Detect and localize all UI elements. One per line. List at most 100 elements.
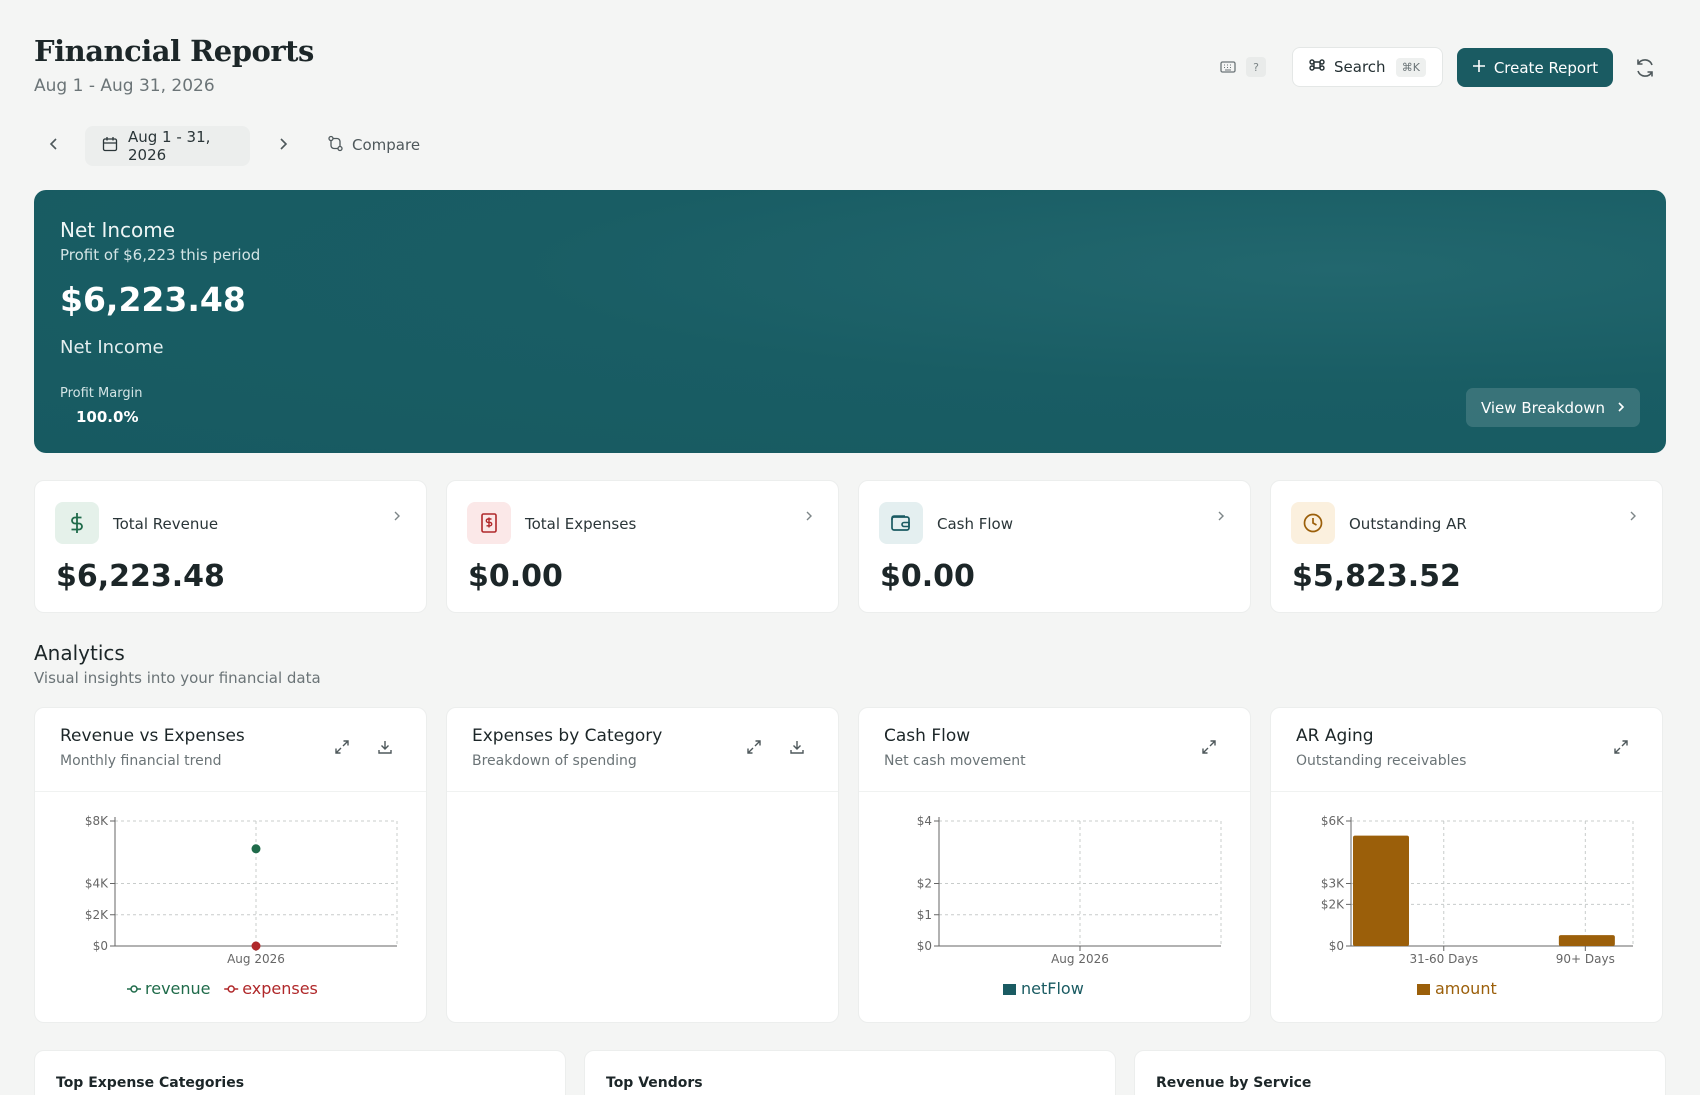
data-point-revenue (251, 844, 261, 854)
y-tick-label: $4K (85, 877, 109, 891)
kpi-label: Total Revenue (113, 515, 219, 533)
compare-icon (327, 135, 344, 156)
date-range-label: Aug 1 - 31, 2026 (128, 128, 211, 164)
hero-value: $6,223.48 (60, 280, 246, 319)
chevron-right-icon (1630, 511, 1636, 521)
legend-label: netFlow (1021, 979, 1084, 998)
profit-margin-label: Profit Margin (60, 386, 143, 401)
calendar-icon (102, 136, 118, 156)
hero-value-label: Net Income (60, 337, 164, 358)
compare-label: Compare (352, 136, 421, 154)
card-title: Top Vendors (606, 1075, 703, 1091)
y-tick-label: $2K (85, 908, 109, 922)
help-badge[interactable]: ? (1246, 57, 1266, 77)
compare-button[interactable]: Compare (327, 134, 420, 156)
refresh-icon[interactable] (1632, 55, 1658, 81)
date-range-picker[interactable]: Aug 1 - 31, 2026 (85, 126, 250, 166)
kpi-value: $5,823.52 (1292, 559, 1461, 594)
y-tick-label: $8K (85, 814, 109, 828)
y-tick-label: $2 (917, 877, 932, 891)
wallet-icon (879, 502, 923, 544)
chart-card-ar-aging: AR Aging Outstanding receivables $0 $2K $3… (1270, 707, 1663, 1023)
receipt-icon (467, 502, 511, 544)
y-tick-label: $1 (917, 908, 932, 922)
legend-swatch (1003, 984, 1016, 995)
card-divider (447, 791, 838, 792)
y-tick-label: $0 (93, 939, 108, 953)
chevron-right-icon (1218, 511, 1224, 521)
card-title: Revenue by Service (1156, 1075, 1312, 1091)
kpi-card-total-expenses[interactable]: Total Expenses $0.00 (446, 480, 839, 613)
y-tick-label: $3K (1321, 877, 1345, 891)
clock-icon (1291, 502, 1335, 544)
chevron-right-icon (394, 511, 400, 521)
analytics-title: Analytics (34, 641, 125, 665)
top-expense-categories-card: Top Expense Categories (34, 1050, 566, 1095)
keyboard-icon[interactable] (1218, 57, 1238, 77)
hero-subtitle: Profit of $6,223 this period (60, 246, 261, 264)
y-tick-label: $0 (917, 939, 932, 953)
cash-flow-chart: $0 $1 $2 $4 Aug 2026 netFlow (917, 814, 1222, 998)
kpi-label: Total Expenses (525, 515, 637, 533)
kpi-value: $0.00 (880, 559, 975, 594)
x-tick-label: Aug 2026 (1051, 952, 1109, 966)
chevron-left-icon (49, 138, 57, 150)
create-report-button[interactable]: Create Report (1457, 48, 1613, 87)
page-title: Financial Reports (34, 34, 314, 68)
kpi-value: $0.00 (468, 559, 563, 594)
chart-card-cash-flow: Cash Flow Net cash movement $0 $1 $2 $4 Aug … (858, 707, 1251, 1023)
chevron-right-icon (806, 511, 812, 521)
next-period-button[interactable] (273, 134, 293, 154)
page-date-range: Aug 1 - Aug 31, 2026 (34, 76, 215, 96)
chevron-right-icon (1617, 399, 1625, 417)
kpi-value: $6,223.48 (56, 559, 225, 594)
legend-label: expenses (242, 979, 318, 998)
revenue-by-service-card: Revenue by Service (1134, 1050, 1666, 1095)
search-label: Search (1334, 58, 1386, 76)
legend-label: amount (1435, 979, 1497, 998)
previous-period-button[interactable] (44, 134, 64, 154)
kpi-label: Outstanding AR (1349, 515, 1467, 533)
ar-aging-chart: $0 $2K $3K $6K 31-60 Days 90+ Days amount (1321, 814, 1634, 998)
x-tick-label: 90+ Days (1556, 952, 1615, 966)
top-vendors-card: Top Vendors (584, 1050, 1116, 1095)
command-icon (1309, 57, 1325, 77)
download-icon[interactable] (788, 738, 806, 756)
plus-icon (1472, 59, 1486, 77)
y-tick-label: $6K (1321, 814, 1345, 828)
create-report-label: Create Report (1493, 58, 1599, 77)
kpi-label: Cash Flow (937, 515, 1013, 533)
chart-card-expenses-by-category: Expenses by Category Breakdown of spendi… (446, 707, 839, 1023)
kpi-card-cash-flow[interactable]: Cash Flow $0.00 (858, 480, 1251, 613)
chevron-right-icon (280, 138, 288, 150)
kpi-card-outstanding-ar[interactable]: Outstanding AR $5,823.52 (1270, 480, 1663, 613)
revenue-vs-expenses-chart: $0 $2K $4K $8K Aug 2026 revenue expenses (85, 814, 398, 998)
y-tick-label: $2K (1321, 897, 1345, 911)
chart-subtitle: Breakdown of spending (472, 753, 637, 769)
net-income-hero: Net Income Profit of $6,223 this period … (34, 190, 1666, 453)
chart-card-revenue-vs-expenses: Revenue vs Expenses Monthly financial tr… (34, 707, 427, 1023)
bar-amount (1353, 835, 1409, 946)
bar-amount (1558, 935, 1615, 946)
kpi-card-total-revenue[interactable]: Total Revenue $6,223.48 (34, 480, 427, 613)
legend-marker (130, 985, 138, 993)
legend-marker (227, 985, 235, 993)
hero-title: Net Income (60, 218, 176, 242)
y-tick-label: $4 (917, 814, 932, 828)
view-breakdown-button[interactable]: View Breakdown (1466, 388, 1640, 427)
x-tick-label: 31-60 Days (1409, 952, 1478, 966)
card-title: Top Expense Categories (56, 1075, 245, 1091)
search-button[interactable]: Search ⌘K (1292, 47, 1443, 87)
legend-swatch (1417, 984, 1430, 995)
legend-label: revenue (145, 979, 211, 998)
analytics-subtitle: Visual insights into your financial data (34, 669, 321, 687)
chart-title: Expenses by Category (472, 726, 663, 746)
profit-margin-value: 100.0% (76, 408, 139, 426)
dollar-icon (55, 502, 99, 544)
search-shortcut: ⌘K (1395, 57, 1426, 77)
data-point-expenses (251, 941, 261, 951)
y-tick-label: $0 (1329, 939, 1344, 953)
view-breakdown-label: View Breakdown (1480, 398, 1606, 417)
x-tick-label: Aug 2026 (227, 952, 285, 966)
expand-icon[interactable] (745, 738, 763, 756)
